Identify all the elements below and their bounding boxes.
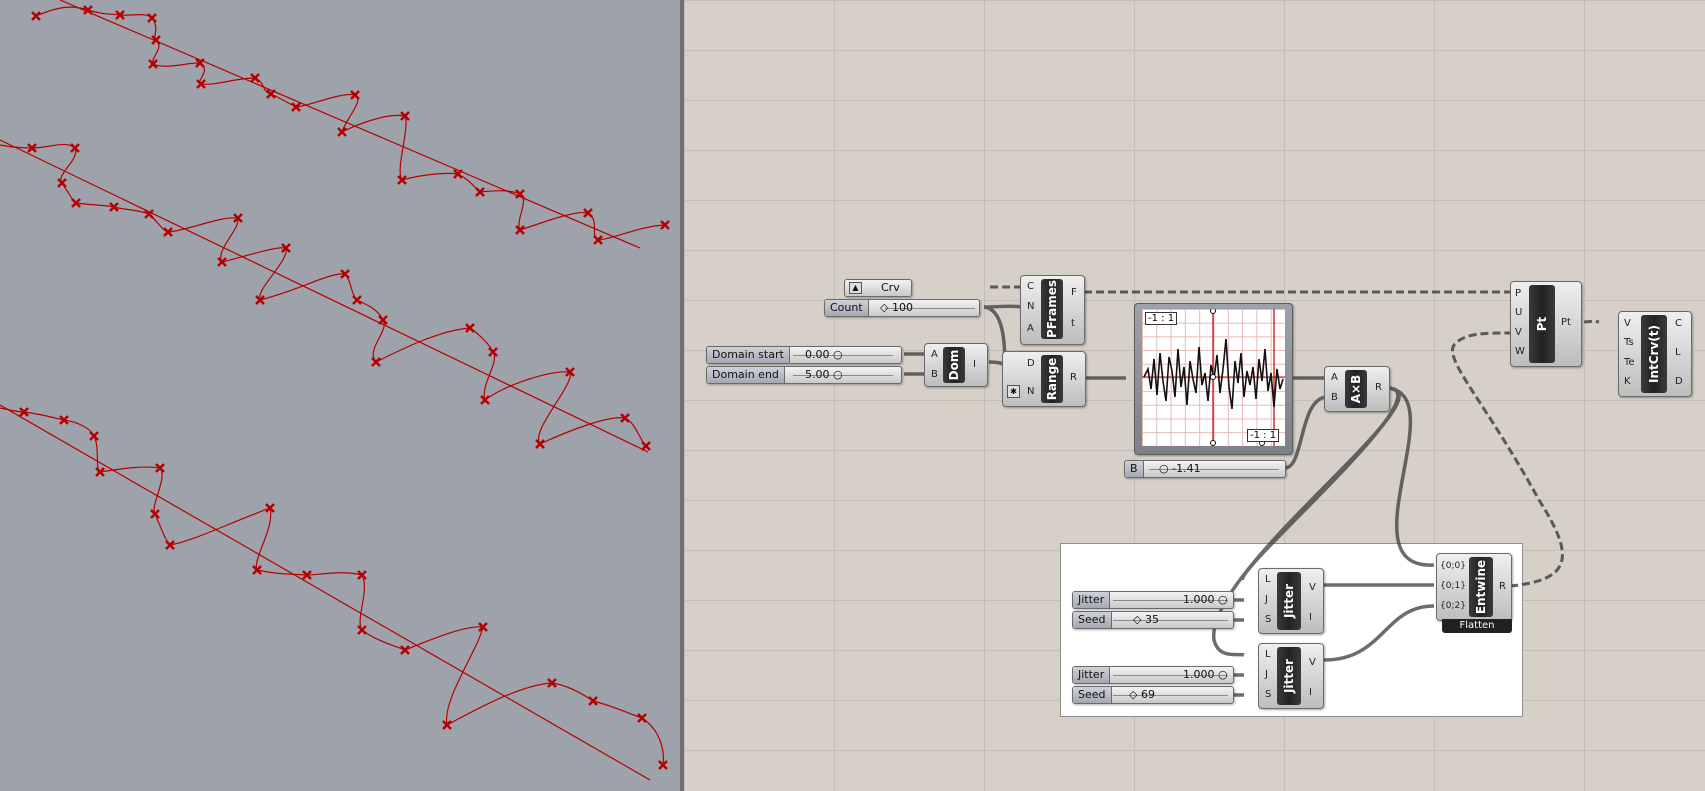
point-marker	[515, 225, 525, 235]
point-marker	[637, 713, 647, 723]
param-icon: ▲	[849, 282, 862, 294]
point-marker	[400, 645, 410, 655]
pframes-title: PFrames	[1045, 279, 1059, 339]
domain-start-value: 0.00 ○	[805, 348, 843, 361]
domain-start-slider[interactable]: Domain start 0.00 ○	[706, 346, 902, 364]
point-marker	[150, 509, 160, 519]
point-marker	[337, 127, 347, 137]
rhino-viewport[interactable]	[0, 0, 680, 791]
point-marker	[397, 175, 407, 185]
seed2-label: Seed	[1073, 687, 1112, 703]
point-marker	[70, 143, 80, 153]
pt-title: Pt	[1535, 316, 1549, 332]
graph-range-top: -1 : 1	[1145, 312, 1178, 325]
point-marker	[83, 5, 93, 15]
point-marker	[588, 696, 598, 706]
b-value: ○ -1.41	[1159, 462, 1201, 475]
crv-label: Crv	[881, 281, 900, 294]
point-marker	[641, 441, 651, 451]
flatten-flag: Flatten	[1442, 619, 1512, 633]
count-value: ◇ 100	[880, 301, 913, 314]
point-marker	[89, 431, 99, 441]
jitter1-slider[interactable]: Jitter 1.000 ○	[1072, 591, 1234, 609]
point-marker	[480, 395, 490, 405]
grasshopper-canvas[interactable]: ▲ Crv Count ◇ 100 Domain start 0.00 ○ Do…	[684, 0, 1705, 791]
jitter2-title: Jitter	[1282, 658, 1296, 694]
point-marker	[266, 89, 276, 99]
jitter1-component[interactable]: L J S Jitter V I	[1258, 568, 1324, 634]
jitter1-title: Jitter	[1282, 583, 1296, 619]
jitter1-value: 1.000 ○	[1183, 593, 1228, 606]
seed1-value: ◇ 35	[1133, 613, 1159, 626]
seed2-value: ◇ 69	[1129, 688, 1155, 701]
dom-component[interactable]: A B Dom I	[924, 343, 988, 387]
domain-end-slider[interactable]: Domain end 5.00 ○	[706, 366, 902, 384]
point-marker	[147, 13, 157, 23]
point-marker	[357, 625, 367, 635]
mult-title: A×B	[1349, 374, 1363, 404]
jitter-curve-1	[35, 6, 666, 241]
jitter2-slider[interactable]: Jitter 1.000 ○	[1072, 666, 1234, 684]
graph-plot-area[interactable]: -1 : 1 -1 : 1	[1142, 309, 1285, 446]
entwine-title: Entwine	[1474, 559, 1488, 615]
range-flag-icon: ✱	[1007, 385, 1020, 398]
range-title: Range	[1045, 357, 1059, 401]
intcrv-title: IntCrv(t)	[1647, 325, 1661, 383]
point-marker	[217, 257, 227, 267]
point-marker	[31, 11, 41, 21]
domain-end-label: Domain end	[707, 367, 785, 383]
domain-start-label: Domain start	[707, 347, 790, 363]
wire-jitter2-to-entwine	[1323, 604, 1435, 662]
pt-component[interactable]: P U V W Pt Pt	[1510, 281, 1582, 367]
graph-curve	[1142, 309, 1285, 446]
count-label: Count	[825, 300, 869, 316]
graph-mapper[interactable]: -1 : 1 -1 : 1	[1134, 303, 1293, 455]
jitter-curve-3	[0, 407, 665, 766]
graph-range-bottom: -1 : 1	[1247, 429, 1280, 442]
seed2-slider[interactable]: Seed ◇ 69	[1072, 686, 1234, 704]
base-line-2	[0, 139, 649, 453]
point-marker	[57, 178, 67, 188]
jitter1-label: Jitter	[1073, 592, 1111, 608]
domain-end-value: 5.00 ○	[805, 368, 843, 381]
dom-title: Dom	[947, 349, 961, 381]
point-marker	[371, 357, 381, 367]
b-slider[interactable]: B ○ -1.41	[1124, 460, 1286, 478]
point-marker	[488, 347, 498, 357]
seed1-label: Seed	[1073, 612, 1112, 628]
jitter2-value: 1.000 ○	[1183, 668, 1228, 681]
seed1-slider[interactable]: Seed ◇ 35	[1072, 611, 1234, 629]
entwine-component[interactable]: {0;0} {0;1} {0;2} Entwine R	[1436, 553, 1512, 621]
range-component[interactable]: D ✱ N Range R	[1002, 351, 1086, 407]
wire-entwine-to-pt	[1451, 331, 1564, 588]
jitter2-label: Jitter	[1073, 667, 1111, 683]
crv-param[interactable]: ▲ Crv	[844, 279, 912, 297]
point-marker	[352, 295, 362, 305]
viewport-geometry	[0, 0, 670, 781]
jitter2-component[interactable]: L J S Jitter V I	[1258, 643, 1324, 709]
point-marker	[535, 439, 545, 449]
count-slider[interactable]: Count ◇ 100	[824, 299, 980, 317]
point-markers	[19, 5, 670, 770]
wire-mult-to-entwine0	[1387, 386, 1435, 567]
point-marker	[378, 315, 388, 325]
multiplication-component[interactable]: A B A×B R	[1324, 366, 1390, 412]
b-label: B	[1125, 461, 1144, 477]
intcrv-component[interactable]: V Ts Te K IntCrv(t) C L D	[1618, 311, 1692, 397]
pframes-component[interactable]: C N A PFrames F t	[1020, 275, 1085, 345]
